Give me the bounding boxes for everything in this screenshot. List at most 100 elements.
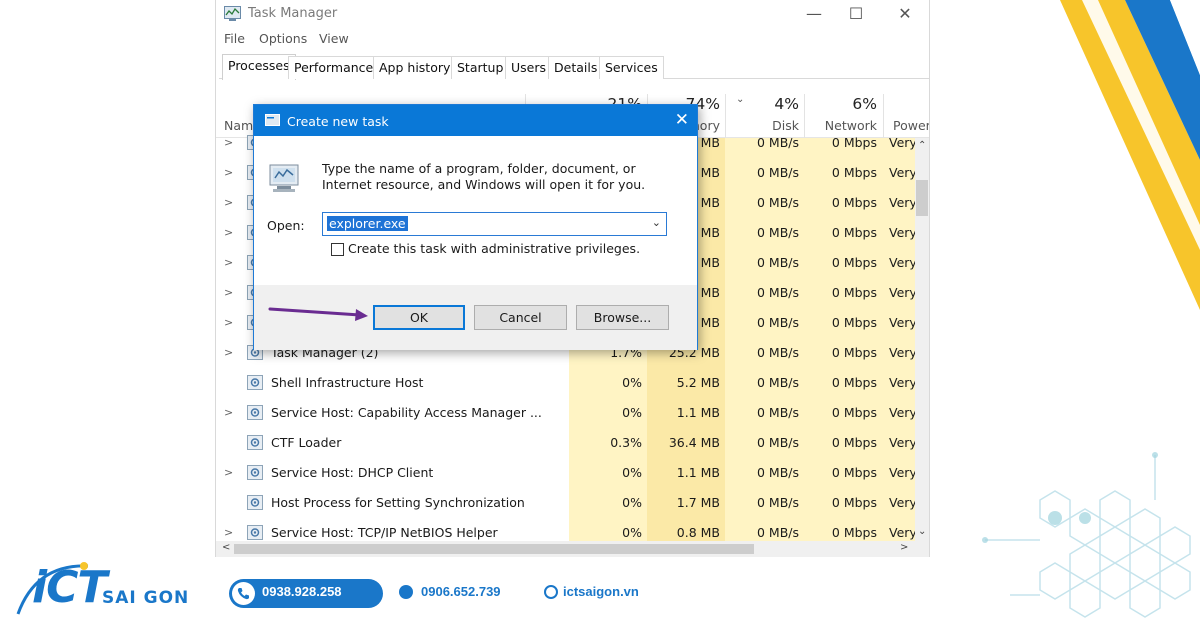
cpu-value: 0% xyxy=(622,375,642,390)
network-value: 0 Mbps xyxy=(831,255,877,270)
expand-chevron-icon[interactable]: > xyxy=(224,256,233,269)
process-name: Host Process for Setting Synchronization xyxy=(271,495,525,510)
expand-chevron-icon[interactable]: > xyxy=(224,346,233,359)
menu-options[interactable]: Options xyxy=(259,31,307,46)
cpu-value: 0% xyxy=(622,465,642,480)
close-button[interactable]: ✕ xyxy=(893,3,917,25)
table-row[interactable]: Host Process for Setting Synchronization… xyxy=(216,488,917,518)
expand-chevron-icon[interactable]: > xyxy=(224,286,233,299)
menu-view[interactable]: View xyxy=(319,31,349,46)
table-row[interactable]: > Service Host: Capability Access Manager… xyxy=(216,398,917,428)
website-link[interactable]: ictsaigon.vn xyxy=(563,584,639,599)
disk-value: 0 MB/s xyxy=(756,375,799,390)
open-label: Open: xyxy=(267,218,305,233)
table-row[interactable]: > Service Host: DHCP Client 0% 1.1 MB 0 MB/s… xyxy=(216,458,917,488)
tab-performance[interactable]: Performance xyxy=(288,56,380,79)
vertical-scroll-thumb[interactable] xyxy=(916,180,928,216)
cpu-value: 0% xyxy=(622,495,642,510)
tab-processes[interactable]: Processes xyxy=(222,54,296,80)
open-combobox[interactable]: explorer.exe ⌄ xyxy=(322,212,667,236)
disk-value: 0 MB/s xyxy=(756,165,799,180)
dialog-title: Create new task xyxy=(287,114,389,129)
expand-chevron-icon[interactable]: > xyxy=(224,466,233,479)
primary-phone-badge[interactable]: 0938.928.258 xyxy=(229,579,383,608)
network-percent: 6% xyxy=(852,95,877,113)
horizontal-scroll-thumb[interactable] xyxy=(234,544,754,554)
admin-privileges-label[interactable]: Create this task with administrative pri… xyxy=(348,241,640,256)
chevron-down-icon[interactable]: ⌄ xyxy=(652,216,661,229)
process-gear-icon xyxy=(247,405,263,420)
disk-value: 0 MB/s xyxy=(756,315,799,330)
disk-value: 0 MB/s xyxy=(756,195,799,210)
process-gear-icon xyxy=(247,465,263,480)
disk-value: 0 MB/s xyxy=(756,255,799,270)
network-value: 0 Mbps xyxy=(831,465,877,480)
disk-value: 0 MB/s xyxy=(756,465,799,480)
memory-value: 1.1 MB xyxy=(676,405,720,420)
expand-chevron-icon[interactable]: > xyxy=(224,166,233,179)
disk-value: 0 MB/s xyxy=(756,495,799,510)
scroll-down-icon[interactable]: ⌄ xyxy=(918,526,926,537)
menu-file[interactable]: File xyxy=(224,31,245,46)
scroll-right-icon[interactable]: > xyxy=(900,542,908,553)
memory-value: 5.2 MB xyxy=(676,375,720,390)
phone-icon xyxy=(399,585,413,599)
vertical-scrollbar[interactable]: ⌃ ⌄ xyxy=(915,138,929,541)
process-name: CTF Loader xyxy=(271,435,342,450)
process-name: Shell Infrastructure Host xyxy=(271,375,424,390)
process-gear-icon xyxy=(247,495,263,510)
tab-startup[interactable]: Startup xyxy=(451,56,510,79)
network-value: 0 Mbps xyxy=(831,525,877,540)
expand-chevron-icon[interactable]: > xyxy=(224,316,233,329)
tab-strip: Processes Performance App history Startu… xyxy=(219,54,929,80)
horizontal-scrollbar[interactable]: < > xyxy=(216,541,929,557)
process-name: Service Host: Capability Access Manager … xyxy=(271,405,542,420)
cpu-value: 0% xyxy=(622,405,642,420)
expand-chevron-icon[interactable]: > xyxy=(224,406,233,419)
memory-value: 36.4 MB xyxy=(668,435,720,450)
network-value: 0 Mbps xyxy=(831,165,877,180)
open-input-value[interactable]: explorer.exe xyxy=(327,216,408,231)
network-value: 0 Mbps xyxy=(831,285,877,300)
expand-chevron-icon[interactable]: > xyxy=(224,226,233,239)
cancel-button[interactable]: Cancel xyxy=(474,305,567,330)
expand-chevron-icon[interactable]: > xyxy=(224,136,233,149)
disk-value: 0 MB/s xyxy=(756,405,799,420)
dialog-description: Type the name of a program, folder, docu… xyxy=(322,161,646,192)
table-row[interactable]: CTF Loader 0.3% 36.4 MB 0 MB/s 0 Mbps Very xyxy=(216,428,917,458)
process-gear-icon xyxy=(247,375,263,390)
disk-value: 0 MB/s xyxy=(756,525,799,540)
tab-users[interactable]: Users xyxy=(505,56,553,79)
ict-saigon-logo: iCT SAI GON xyxy=(14,558,204,620)
scroll-up-icon[interactable]: ⌃ xyxy=(918,140,926,151)
tab-services[interactable]: Services xyxy=(599,56,664,79)
minimize-button[interactable]: — xyxy=(802,3,826,25)
logo-ict: iCT xyxy=(32,562,107,613)
browse-button[interactable]: Browse... xyxy=(576,305,669,330)
ok-button[interactable]: OK xyxy=(373,305,465,330)
dialog-close-icon[interactable]: ✕ xyxy=(675,110,689,130)
primary-phone-number[interactable]: 0938.928.258 xyxy=(262,584,342,599)
process-name: Service Host: TCP/IP NetBIOS Helper xyxy=(271,525,498,540)
cpu-value: 0% xyxy=(622,525,642,540)
run-icon xyxy=(265,114,280,126)
admin-privileges-checkbox[interactable] xyxy=(331,243,344,256)
scroll-left-icon[interactable]: < xyxy=(222,542,230,553)
memory-value: 0.8 MB xyxy=(676,525,720,540)
table-row[interactable]: Shell Infrastructure Host 0% 5.2 MB 0 MB/s 0… xyxy=(216,368,917,398)
process-name: Service Host: DHCP Client xyxy=(271,465,434,480)
maximize-button[interactable]: ☐ xyxy=(844,3,868,25)
disk-value: 0 MB/s xyxy=(756,225,799,240)
disk-value: 0 MB/s xyxy=(756,435,799,450)
expand-chevron-icon[interactable]: > xyxy=(224,526,233,539)
run-program-icon xyxy=(269,164,299,192)
task-manager-icon xyxy=(224,6,241,21)
network-value: 0 Mbps xyxy=(831,225,877,240)
expand-chevron-icon[interactable]: > xyxy=(224,196,233,209)
tab-details[interactable]: Details xyxy=(548,56,604,79)
tab-app-history[interactable]: App history xyxy=(373,56,457,79)
network-value: 0 Mbps xyxy=(831,435,877,450)
network-value: 0 Mbps xyxy=(831,375,877,390)
secondary-phone-number[interactable]: 0906.652.739 xyxy=(421,584,501,599)
process-gear-icon xyxy=(247,525,263,540)
